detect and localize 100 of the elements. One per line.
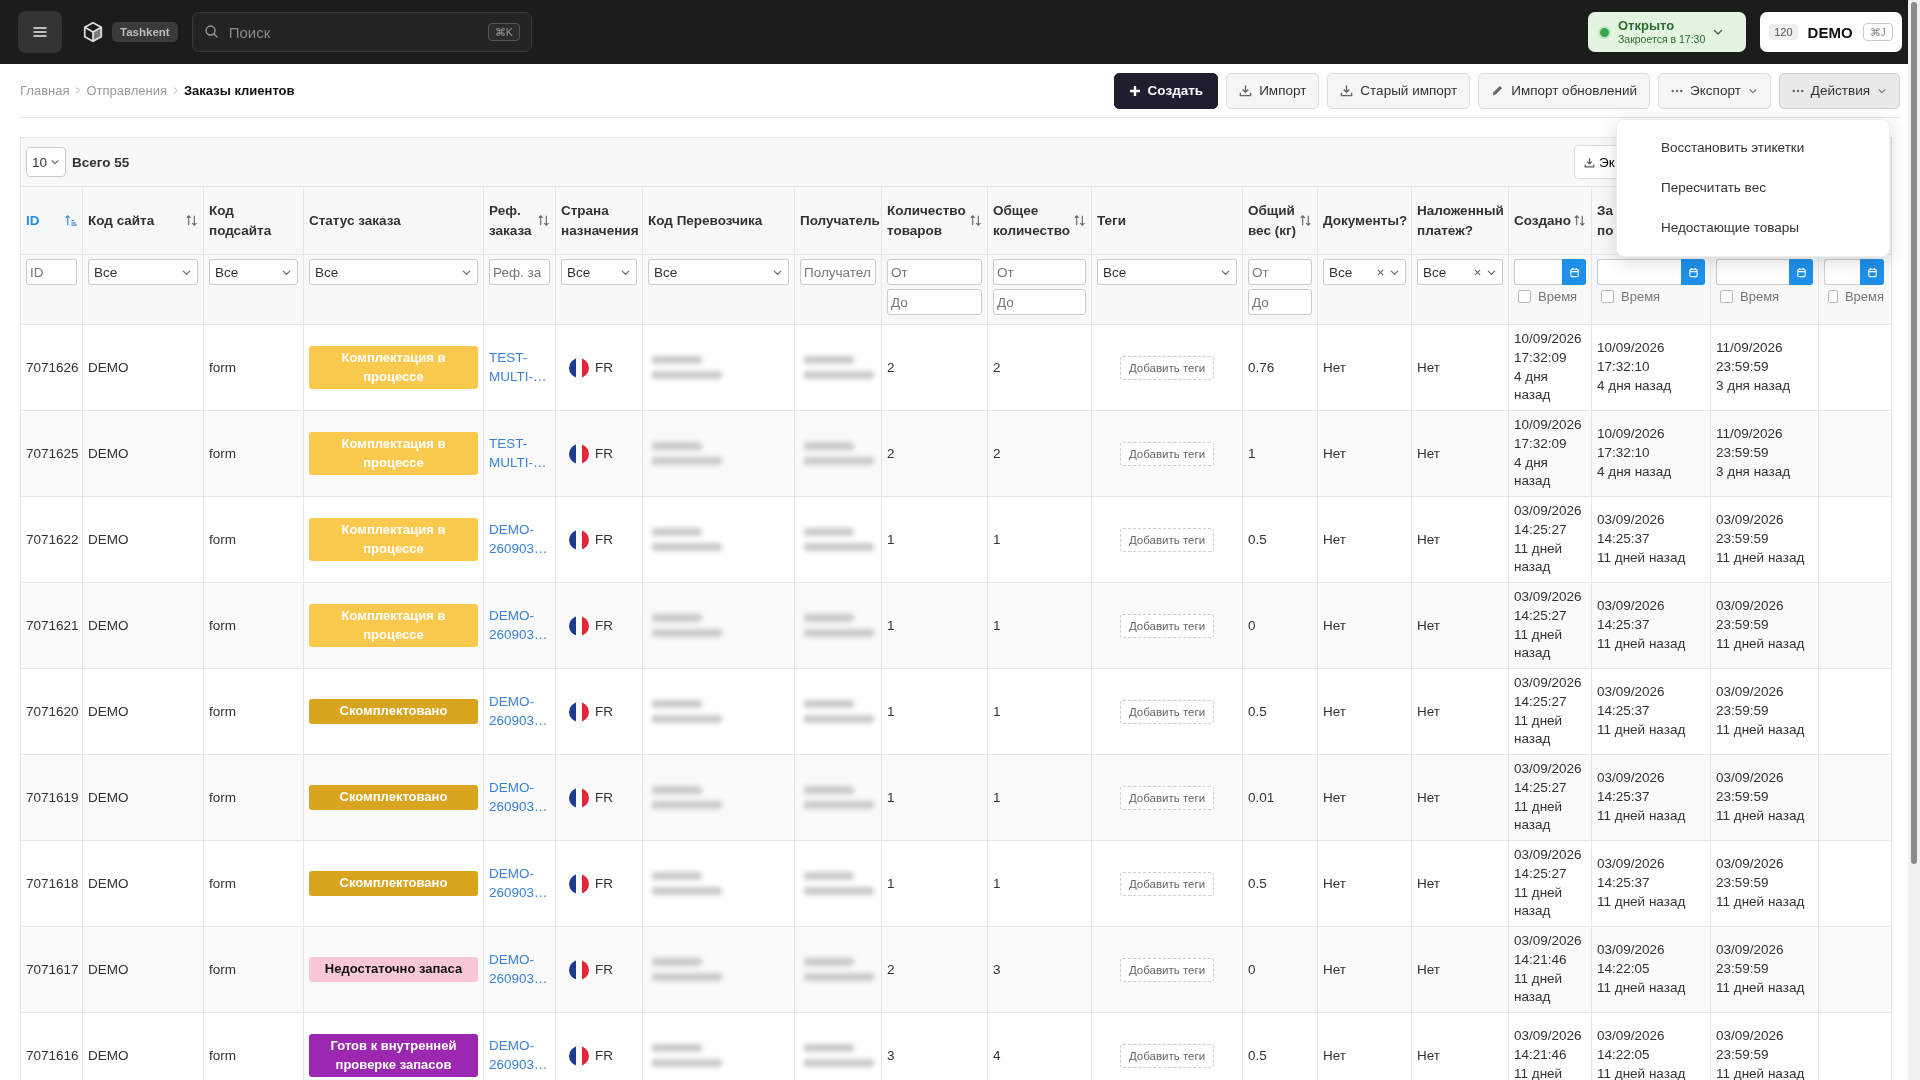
- range-to-field[interactable]: До: [887, 289, 982, 315]
- add-tags-button[interactable]: Добавить теги: [1119, 1043, 1215, 1068]
- filter-select[interactable]: Все: [209, 259, 298, 285]
- table-cell: 03/09/2026 14:25:27 11 дней назад: [1509, 841, 1592, 926]
- order-ref-link[interactable]: DEMO-260903…: [489, 864, 550, 903]
- table-cell: Нет: [1318, 755, 1412, 840]
- filter-select[interactable]: Все: [1323, 259, 1406, 285]
- column-header[interactable]: Статус заказа: [309, 210, 401, 231]
- add-tags-button[interactable]: Добавить теги: [1119, 613, 1215, 638]
- action-button[interactable]: Старый импорт: [1327, 72, 1471, 109]
- column-header[interactable]: Наложенный платеж?: [1417, 200, 1504, 241]
- action-button[interactable]: Импорт: [1226, 72, 1320, 109]
- column-header[interactable]: Получатель: [800, 210, 880, 231]
- table-cell: Нет: [1412, 411, 1509, 496]
- sort-icon[interactable]: [185, 214, 198, 227]
- table-cell: Нет: [1318, 497, 1412, 582]
- range-from-field[interactable]: От: [887, 259, 982, 285]
- filter-select[interactable]: Все: [309, 259, 478, 285]
- filter-select[interactable]: Все: [88, 259, 198, 285]
- checkbox[interactable]: [1720, 290, 1733, 303]
- table-cell: DEMO: [83, 669, 204, 754]
- add-tags-button[interactable]: Добавить теги: [1119, 871, 1215, 896]
- menu-item[interactable]: Недостающие товары: [1617, 208, 1889, 248]
- date-field[interactable]: [1716, 259, 1789, 285]
- action-button[interactable]: Создать: [1113, 72, 1219, 109]
- order-ref-link[interactable]: DEMO-260903…: [489, 778, 550, 817]
- range-to-field[interactable]: До: [1248, 289, 1312, 315]
- breadcrumb-link[interactable]: Заказы клиентов: [183, 83, 295, 98]
- table-cell: 2: [988, 411, 1092, 496]
- clear-icon: [1376, 267, 1385, 277]
- column-header[interactable]: Код сайта: [88, 210, 155, 231]
- column-header[interactable]: Общее количество: [993, 200, 1071, 241]
- range-from-field[interactable]: От: [1248, 259, 1312, 285]
- add-tags-button[interactable]: Добавить теги: [1119, 957, 1215, 982]
- checkbox[interactable]: [1828, 290, 1838, 303]
- menu-item[interactable]: Восстановить этикетки: [1617, 128, 1889, 168]
- order-ref-link[interactable]: TEST-MULTI-…: [489, 348, 550, 387]
- calendar-button[interactable]: [1681, 259, 1705, 285]
- account-button[interactable]: 120 DEMO ⌘J: [1760, 12, 1902, 52]
- action-button[interactable]: Импорт обновлений: [1478, 72, 1651, 109]
- store-status-button[interactable]: Открыто Закроется в 17:30: [1588, 12, 1746, 52]
- calendar-icon: [1568, 266, 1580, 278]
- range-from-field[interactable]: От: [993, 259, 1086, 285]
- table-cell: 0: [1243, 583, 1318, 668]
- column-header[interactable]: Документы?: [1323, 210, 1408, 231]
- action-button[interactable]: Действия: [1778, 72, 1900, 109]
- filter-field[interactable]: Реф. за: [489, 259, 550, 285]
- checkbox[interactable]: [1601, 290, 1614, 303]
- order-ref-link[interactable]: TEST-MULTI-…: [489, 434, 550, 473]
- export-button[interactable]: Эк: [1574, 145, 1616, 179]
- add-tags-button[interactable]: Добавить теги: [1119, 785, 1215, 810]
- column-header[interactable]: За по: [1597, 200, 1614, 241]
- order-ref-link[interactable]: DEMO-260903…: [489, 692, 550, 731]
- table-cell: 7071617: [21, 927, 83, 1012]
- calendar-button[interactable]: [1789, 259, 1813, 285]
- column-header[interactable]: Страна назначения: [561, 200, 639, 241]
- calendar-button[interactable]: [1562, 259, 1586, 285]
- sort-icon[interactable]: [1299, 214, 1312, 227]
- table-cell: 2: [882, 411, 988, 496]
- sort-icon[interactable]: [969, 214, 982, 227]
- range-to-field[interactable]: До: [993, 289, 1086, 315]
- action-button[interactable]: Экспорт: [1658, 72, 1771, 109]
- sort-icon[interactable]: [1073, 214, 1086, 227]
- filter-select[interactable]: Все: [561, 259, 637, 285]
- date-field[interactable]: [1824, 259, 1860, 285]
- filter-field[interactable]: ID: [26, 259, 77, 285]
- date-field[interactable]: [1514, 259, 1562, 285]
- filter-select[interactable]: Все: [1097, 259, 1237, 285]
- order-ref-link[interactable]: DEMO-260903…: [489, 1036, 550, 1075]
- column-header[interactable]: Реф. заказа: [489, 200, 535, 241]
- add-tags-button[interactable]: Добавить теги: [1119, 527, 1215, 552]
- country-code: FR: [595, 876, 613, 891]
- page-size-select[interactable]: 10: [26, 147, 66, 177]
- add-tags-button[interactable]: Добавить теги: [1119, 355, 1215, 380]
- column-header[interactable]: Общий вес (кг): [1248, 200, 1297, 241]
- filter-select[interactable]: Все: [648, 259, 789, 285]
- column-header[interactable]: Теги: [1097, 210, 1126, 231]
- add-tags-button[interactable]: Добавить теги: [1119, 441, 1215, 466]
- order-ref-link[interactable]: DEMO-260903…: [489, 950, 550, 989]
- menu-item[interactable]: Пересчитать вес: [1617, 168, 1889, 208]
- status-badge: Скомплектовано: [309, 699, 478, 724]
- sort-icon[interactable]: [64, 214, 77, 227]
- checkbox[interactable]: [1518, 290, 1531, 303]
- scrollbar-thumb[interactable]: [1911, 2, 1917, 864]
- order-ref-link[interactable]: DEMO-260903…: [489, 520, 550, 559]
- column-header[interactable]: Код Перевозчика: [648, 210, 763, 231]
- date-field[interactable]: [1597, 259, 1681, 285]
- order-ref-link[interactable]: DEMO-260903…: [489, 606, 550, 645]
- column-header[interactable]: Создано: [1514, 210, 1571, 231]
- calendar-button[interactable]: [1860, 259, 1884, 285]
- menu-button[interactable]: [18, 11, 62, 53]
- table-cell: form: [204, 669, 304, 754]
- filter-field[interactable]: Получател: [800, 259, 876, 285]
- column-header[interactable]: Код подсайта: [209, 200, 298, 241]
- filter-select[interactable]: Все: [1417, 259, 1503, 285]
- country-code: FR: [595, 360, 613, 375]
- add-tags-button[interactable]: Добавить теги: [1119, 699, 1215, 724]
- sort-icon[interactable]: [537, 214, 550, 227]
- column-header[interactable]: Количество товаров: [887, 200, 967, 241]
- sort-icon[interactable]: [1573, 214, 1586, 227]
